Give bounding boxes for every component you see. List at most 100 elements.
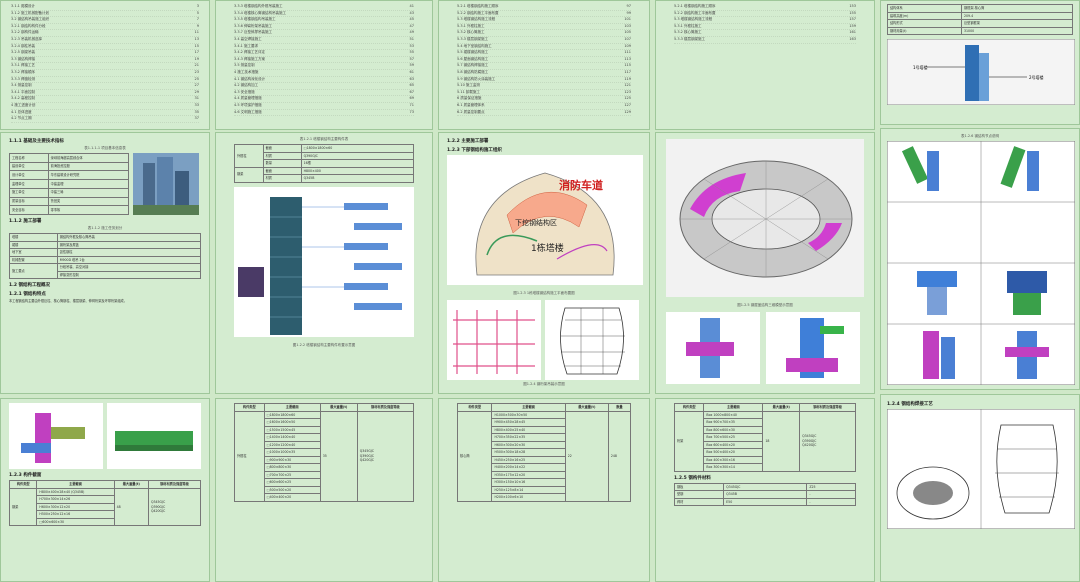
tower-label-a: 1号塔楼 [913, 64, 928, 70]
tower-model-image: 1号塔楼 2号塔楼 [887, 39, 1075, 105]
toc-entry-page: 53 [409, 43, 414, 48]
page-welding: 1.2.4 钢结构焊接工艺 [880, 394, 1080, 582]
toc-entry[interactable]: 5.11 卸载施工 123 [457, 90, 631, 97]
toc-entry-page: 107 [624, 36, 631, 41]
toc-entry-page: 129 [624, 109, 631, 114]
toc-entry[interactable]: 5.10 施工监测 121 [457, 83, 631, 90]
toc-entry-title: 3.3.2 焊接顺序 [11, 69, 36, 74]
toc-entry[interactable]: 3.4.3 焊接施工方案 57 [234, 57, 414, 64]
col-header: 钢材材质及强度等级 [147, 480, 202, 489]
toc-entry[interactable]: 5.3.2 核心筒施工 161 [674, 30, 856, 37]
member-list-table: 构件类型 主要截面 最大重量(t) 钢材材质及强度等级 外框柱 □1800×1800×6… [234, 403, 415, 502]
toc-entry[interactable]: 5.2.1 塔楼钢结构施工顺序 97 [457, 4, 631, 11]
toc-entry-page: 117 [624, 69, 631, 74]
toc-entry-page: 23 [194, 69, 199, 74]
toc-entry[interactable]: 3.3.3 焊缝检测 25 [11, 77, 199, 84]
col-header: 最大重量(t) [564, 403, 609, 412]
toc-entry-page: 9 [196, 23, 199, 28]
toc-entry[interactable]: 3.4.2 高程控制 31 [11, 96, 199, 103]
table-caption: 表1.1.1-1 项目基本信息表 [84, 146, 126, 150]
toc-entry[interactable]: 4.2 节点工期 37 [11, 116, 199, 123]
toc-entry[interactable]: 4 施工技术措施 61 [234, 70, 414, 77]
toc-entry[interactable]: 3.3.2 焊接顺序 23 [11, 70, 199, 77]
toc-entry[interactable]: 4.4 质量管理措施 69 [234, 96, 414, 103]
toc-entry[interactable]: 3.2.4 钢柱吊装 15 [11, 44, 199, 51]
figure-caption: 图1.2.5 钢屋盖结构三维模型示意图 [737, 303, 793, 307]
toc-entry-title: 4.2 钢结构加工 [234, 83, 259, 88]
toc-entry[interactable]: 3.5 测量控制 59 [234, 63, 414, 70]
toc-entry[interactable]: 5.3.2 核心筒施工 105 [457, 30, 631, 37]
toc-entry-title: 5.3.1 外框柱施工 [674, 23, 702, 28]
toc-entry[interactable]: 6.2 质量控制要点 129 [457, 110, 631, 117]
toc-entry[interactable]: 3.1.1 爬模设计 3 [11, 4, 199, 11]
toc-entry[interactable]: 3.2.3 吊装机械选择 13 [11, 37, 199, 44]
toc-entry-page: 7 [196, 17, 199, 22]
toc-entry[interactable]: 3.4.1 平面控制 29 [11, 90, 199, 97]
toc-entry-title: 6 质量保证措施 [457, 96, 482, 101]
toc-entry[interactable]: 3.4 高空焊接施工 51 [234, 37, 414, 44]
toc-entry[interactable]: 5.3.3 楼层钢梁施工 163 [674, 37, 856, 44]
section-heading: 1.2.2 主要施工部署 [447, 139, 489, 144]
toc-entry-page: 15 [194, 43, 199, 48]
toc-entry-page: 17 [194, 50, 199, 55]
toc-entry[interactable]: 3.3.3 塔楼钢结构外框吊装施工 41 [234, 4, 414, 11]
toc-entry-title: 5.2.2 钢结构施工平面布置 [457, 10, 499, 15]
crane-area-label: 下挖钢结构区 [515, 218, 557, 227]
toc-entry-page: 61 [409, 69, 414, 74]
toc-entry[interactable]: 5.3 塔楼钢结构施工流程 101 [457, 17, 631, 24]
roof-3d-model [666, 139, 864, 297]
toc-entry[interactable]: 3.3 钢结构焊接 19 [11, 57, 199, 64]
node-grid [886, 140, 1076, 386]
toc-entry[interactable]: 4 施工进度计划 33 [11, 103, 199, 110]
deployment-table: 塔楼 钢结构外框及核心筒吊装 裙楼 钢桁架及屋盖 地下室 劲性钢柱 机械配置 M900D… [9, 233, 202, 279]
figure-caption-2: 图1.2.4 钢桁架吊装示意图 [523, 382, 565, 386]
toc-entry[interactable]: 3.3.5 塔楼钢结构吊装施工 45 [234, 17, 414, 24]
toc-entry-title: 5.9 钢结构防火涂装施工 [457, 76, 496, 81]
toc-entry[interactable]: 4.1 钢结构深化设计 63 [234, 77, 414, 84]
page-table-2: 构件类型 主要截面 最大重量(t) 钢材材质及强度等级 外框柱 □1800×1800×6… [215, 398, 433, 582]
toc-entry[interactable]: 3.2 钢结构吊装施工组织 7 [11, 17, 199, 24]
toc-entry[interactable]: 5.2.1 塔楼钢结构施工顺序 153 [674, 4, 856, 11]
page-table-4: 构件类型 主要截面 最大重量(t) 钢材材质及强度等级 桁架 Box 1000×800×… [655, 398, 875, 582]
toc-entry-page: 27 [194, 83, 199, 88]
toc-entry-page: 123 [624, 89, 631, 94]
toc-entry[interactable]: 6.1 质量管理体系 127 [457, 103, 631, 110]
toc-entry-title: 3.3.4 塔楼核心筒钢结构吊装施工 [234, 10, 287, 15]
toc-entry[interactable]: 5.8 钢结构防腐施工 117 [457, 70, 631, 77]
section-heading: 1.1.1 基础及主要技术指标 [9, 139, 64, 144]
toc-entry-page: 29 [194, 89, 199, 94]
toc-entry[interactable]: 3.2.5 钢梁吊装 17 [11, 50, 199, 57]
material-cell: Q345GJC Q390GJC Q420GJC [799, 410, 856, 472]
toc-entry-page: 45 [409, 17, 414, 22]
page-toc-2: 3.3.3 塔楼钢结构外框吊装施工 41 3.3.4 塔楼核心筒钢结构吊装施工 43 3… [215, 0, 433, 130]
toc-entry[interactable]: 6 质量保证措施 125 [457, 96, 631, 103]
toc-entry[interactable]: 5.5 裙楼钢结构施工 111 [457, 50, 631, 57]
site-plan-diagram: 消防车道 下挖钢结构区 1栋塔楼 [447, 155, 643, 285]
toc-entry[interactable]: 3.3.1 焊接工艺 21 [11, 63, 199, 70]
col-header: 构件类型 [234, 403, 265, 412]
toc-entry[interactable]: 5.3 塔楼钢结构施工流程 157 [674, 17, 856, 24]
toc-entry[interactable]: 4.1 总体进度 35 [11, 110, 199, 117]
figure-caption: 图1.2.2 塔楼钢结构主要构件布置示意图 [292, 342, 356, 347]
toc-entry[interactable]: 3.4 测量控制 27 [11, 83, 199, 90]
toc-entry[interactable]: 5.9 钢结构防火涂装施工 119 [457, 77, 631, 84]
toc-entry-title: 4 施工技术措施 [234, 69, 259, 74]
toc-entry-page: 5 [196, 10, 199, 15]
material-cell: Q345GJC Q390GJC Q420GJC [147, 487, 202, 526]
toc-entry[interactable]: 5.3.3 楼层钢梁施工 107 [457, 37, 631, 44]
toc-entry[interactable]: 4.2 钢结构加工 65 [234, 83, 414, 90]
toc-entry[interactable]: 5.7 钢结构焊接施工 115 [457, 63, 631, 70]
toc-entry-title: 5.4 地下室钢结构施工 [457, 43, 492, 48]
toc-entry[interactable]: 4.6 文明施工措施 73 [234, 110, 414, 117]
toc-entry[interactable]: 3.2.1 钢结构构件分段 9 [11, 24, 199, 31]
toc-entry-page: 115 [624, 63, 631, 68]
toc-entry[interactable]: 3.3.7 巨型斜撑吊装施工 49 [234, 30, 414, 37]
toc-entry-title: 5.11 卸载施工 [457, 89, 480, 94]
toc-entry[interactable]: 3.4.2 焊接工艺评定 55 [234, 50, 414, 57]
toc-entry-title: 3.1.2 施工机械配备计划 [11, 10, 50, 15]
toc-entry-title: 5.3.1 外框柱施工 [457, 23, 485, 28]
toc-entry-page: 101 [624, 17, 631, 22]
toc-entry-page: 125 [624, 96, 631, 101]
toc-entry[interactable]: 3.2.2 钢构件运输 11 [11, 30, 199, 37]
toc-entry[interactable]: 4.5 环境保护措施 71 [234, 103, 414, 110]
